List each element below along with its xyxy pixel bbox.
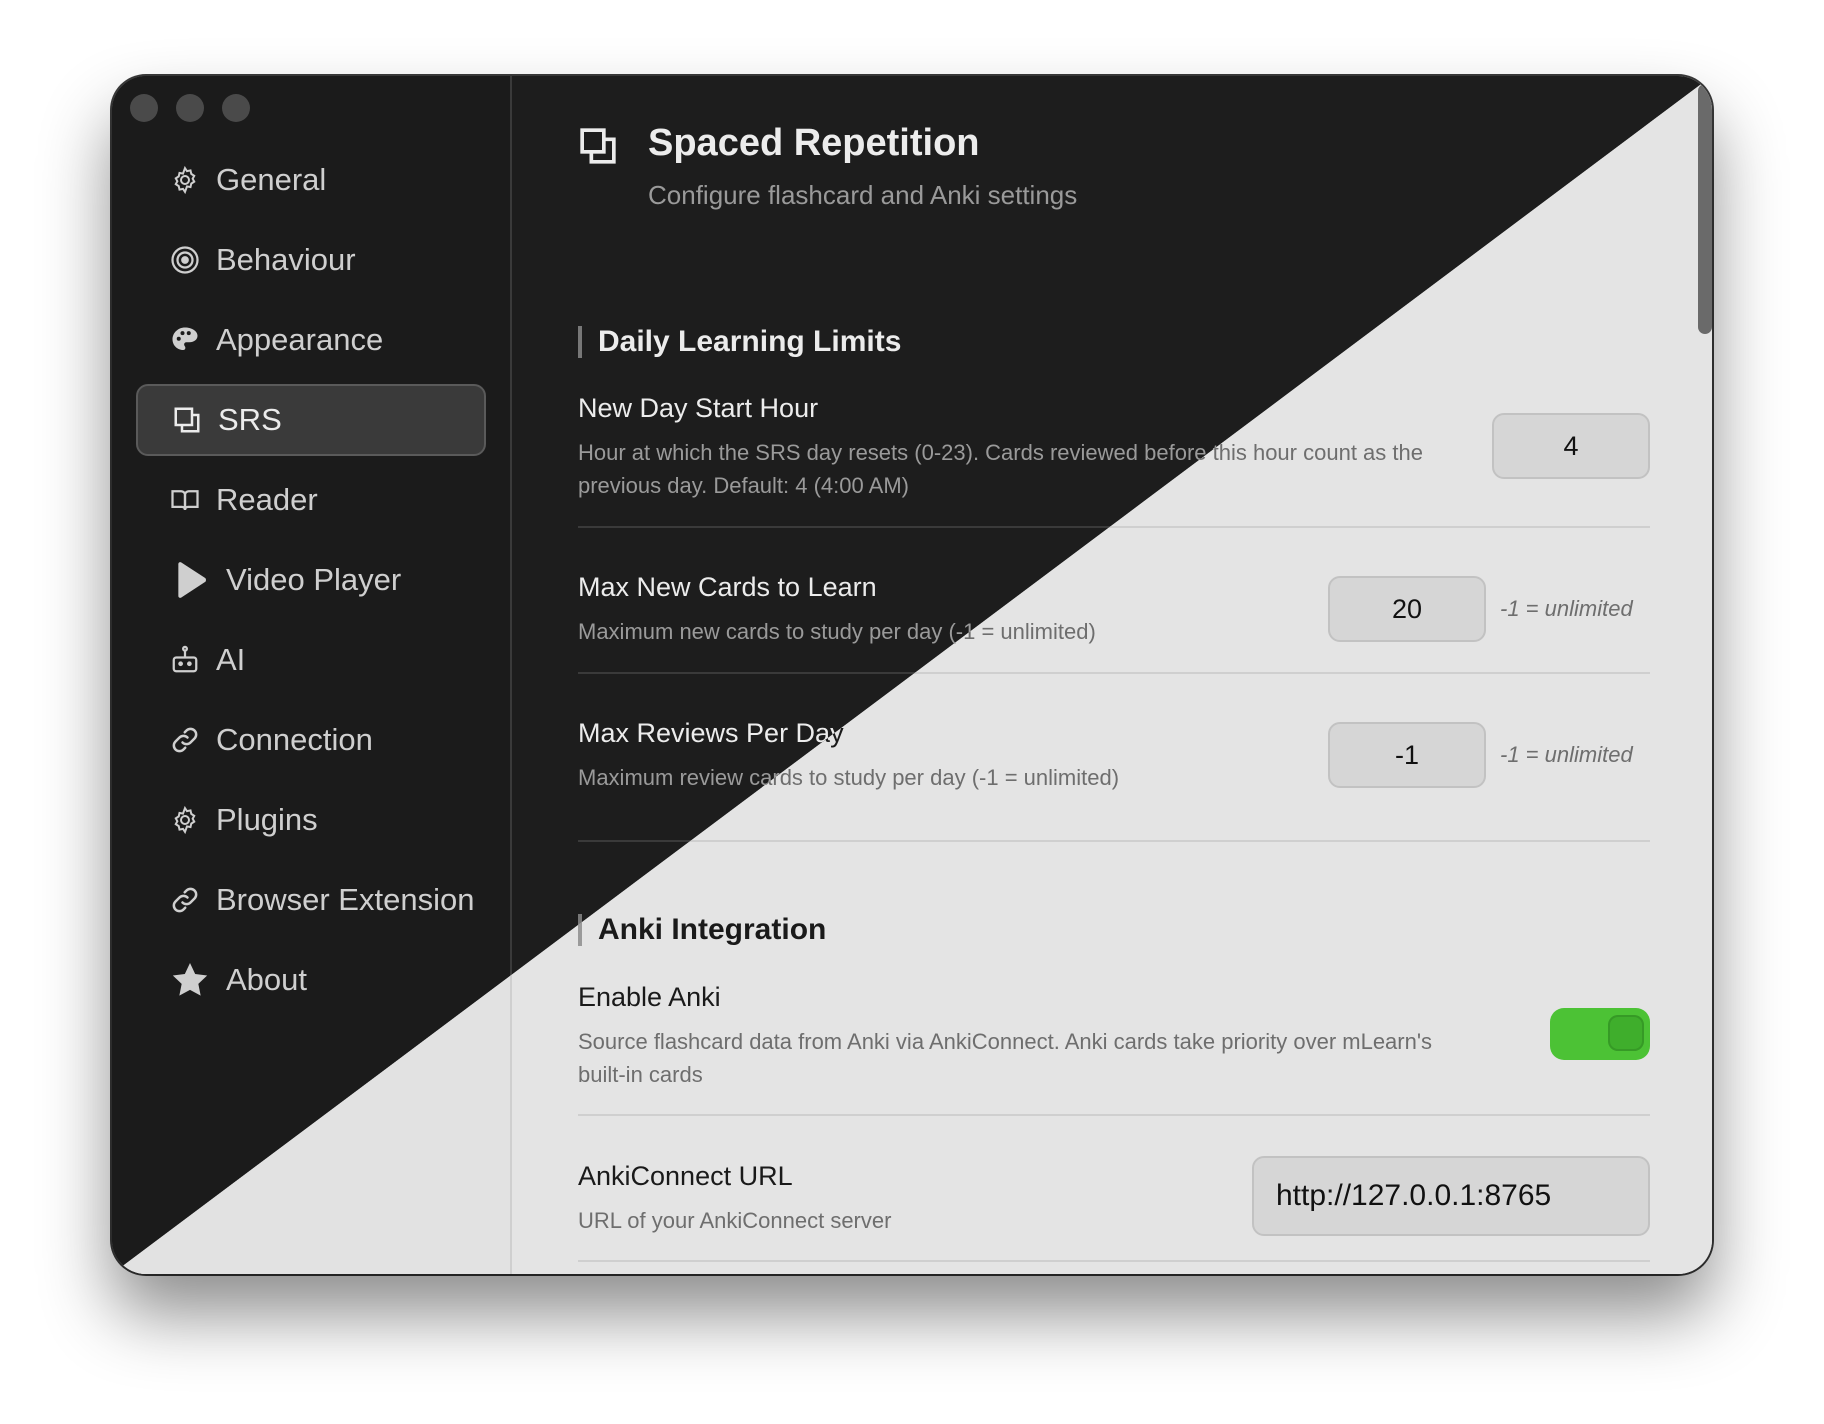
sidebar-item-label: Appearance bbox=[216, 322, 384, 357]
sidebar-item-label: Connection bbox=[216, 722, 373, 757]
divider bbox=[578, 840, 1650, 842]
ankiconnect-url-input[interactable]: http://127.0.0.1:8765 bbox=[1252, 1156, 1650, 1236]
setting-enable-anki: Enable Anki Source flashcard data from A… bbox=[578, 982, 1650, 1091]
sidebar-item-about[interactable]: About bbox=[136, 944, 486, 1016]
star-icon bbox=[170, 960, 210, 1000]
minimize-window-button[interactable] bbox=[176, 94, 204, 122]
cards-icon bbox=[172, 405, 202, 435]
sidebar-nav: General Behaviour Appearance SRS Reader bbox=[136, 144, 486, 1024]
section-title-anki-integration: Anki Integration bbox=[578, 914, 826, 946]
max-new-cards-hint: -1 = unlimited bbox=[1500, 596, 1633, 621]
gear-icon bbox=[170, 805, 200, 835]
sidebar-item-general[interactable]: General bbox=[136, 144, 486, 216]
book-icon bbox=[170, 485, 200, 515]
new-day-start-hour-input[interactable]: 4 bbox=[1492, 413, 1650, 479]
scrollbar[interactable] bbox=[1698, 84, 1712, 334]
robot-icon bbox=[170, 645, 200, 675]
sidebar-item-label: Video Player bbox=[226, 562, 402, 597]
target-icon bbox=[170, 245, 200, 275]
link-icon bbox=[170, 885, 200, 915]
sidebar-item-label: AI bbox=[216, 642, 246, 677]
section-title-daily-limits: Daily Learning Limits bbox=[578, 326, 901, 358]
palette-icon bbox=[170, 325, 200, 355]
sidebar-item-label: General bbox=[216, 162, 327, 197]
sidebar-item-label: Plugins bbox=[216, 802, 318, 837]
sidebar-item-label: SRS bbox=[218, 402, 282, 437]
divider bbox=[578, 1114, 1650, 1116]
enable-anki-toggle[interactable] bbox=[1550, 1008, 1650, 1060]
zoom-window-button[interactable] bbox=[222, 94, 250, 122]
max-reviews-hint: -1 = unlimited bbox=[1500, 742, 1633, 767]
gear-icon bbox=[170, 165, 200, 195]
sidebar-item-reader[interactable]: Reader bbox=[136, 464, 486, 536]
setting-description: Source flashcard data from Anki via Anki… bbox=[578, 1029, 1433, 1087]
cards-icon bbox=[580, 128, 616, 164]
window-controls bbox=[130, 94, 250, 122]
sidebar-item-ai[interactable]: AI bbox=[136, 624, 486, 696]
sidebar-item-browser-extension[interactable]: Browser Extension bbox=[136, 864, 486, 936]
page-title: Spaced Repetition bbox=[648, 122, 980, 164]
close-window-button[interactable] bbox=[130, 94, 158, 122]
toggle-knob bbox=[1608, 1015, 1644, 1051]
link-icon bbox=[170, 725, 200, 755]
sidebar-item-label: Browser Extension bbox=[216, 882, 475, 917]
page-subtitle: Configure flashcard and Anki settings bbox=[648, 180, 1078, 210]
sidebar-item-connection[interactable]: Connection bbox=[136, 704, 486, 776]
sidebar-item-srs[interactable]: SRS bbox=[136, 384, 486, 456]
sidebar-item-label: Reader bbox=[216, 482, 318, 517]
max-reviews-input[interactable]: -1 bbox=[1328, 722, 1486, 788]
sidebar-item-plugins[interactable]: Plugins bbox=[136, 784, 486, 856]
sidebar-item-behaviour[interactable]: Behaviour bbox=[136, 224, 486, 296]
settings-window: General Behaviour Appearance SRS Reader bbox=[112, 76, 1712, 1274]
sidebar-item-video-player[interactable]: Video Player bbox=[136, 544, 486, 616]
sidebar-item-appearance[interactable]: Appearance bbox=[136, 304, 486, 376]
divider bbox=[578, 1260, 1650, 1262]
sidebar-item-label: About bbox=[226, 962, 308, 997]
sidebar-item-label: Behaviour bbox=[216, 242, 356, 277]
play-icon bbox=[170, 560, 210, 600]
max-new-cards-input[interactable]: 20 bbox=[1328, 576, 1486, 642]
setting-label: Enable Anki bbox=[578, 982, 721, 1012]
